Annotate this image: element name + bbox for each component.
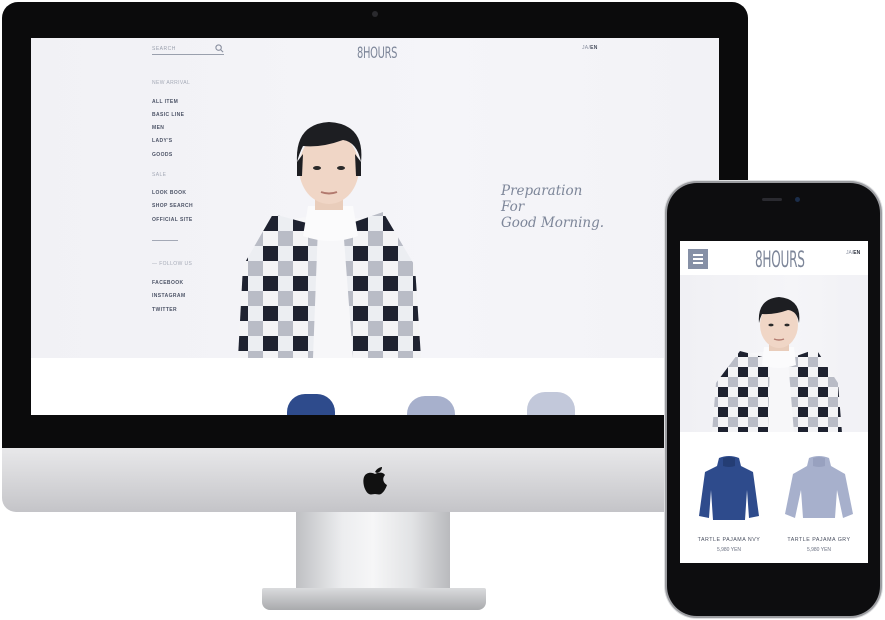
tagline-line-1: Preparation bbox=[501, 183, 583, 199]
apple-logo-icon bbox=[363, 467, 387, 495]
product-name[interactable]: TARTLE PAJAMA GRY bbox=[779, 537, 859, 543]
lang-en[interactable]: EN bbox=[590, 45, 598, 51]
tagline-line-2: For bbox=[501, 199, 525, 215]
product-price: 5,980 YEN bbox=[716, 547, 742, 553]
nav-goods[interactable]: GOODS bbox=[152, 152, 173, 158]
product-thumb-light[interactable] bbox=[527, 392, 575, 415]
menu-bar bbox=[693, 262, 703, 264]
mobile-hero bbox=[680, 275, 868, 432]
imac-camera bbox=[372, 11, 378, 17]
iphone-mockup: 8HOURS JA/EN TARTLE PAJAMA NVY 5,980 YEN… bbox=[667, 183, 880, 616]
product-thumb-gray[interactable] bbox=[407, 396, 455, 415]
mobile-hero-model-image bbox=[712, 297, 842, 432]
mobile-language-switch[interactable]: JA/EN bbox=[846, 250, 860, 256]
imac-stand-neck bbox=[296, 512, 450, 592]
hamburger-menu-icon[interactable] bbox=[688, 249, 708, 269]
product-name[interactable]: TARTLE PAJAMA NVY bbox=[689, 537, 769, 543]
imac-stand-foot bbox=[262, 588, 486, 610]
search-input[interactable] bbox=[152, 44, 212, 53]
nav-sale[interactable]: SALE bbox=[152, 172, 166, 178]
desktop-hero: 8HOURS JA/EN NEW ARRIVAL ALL ITEM BASIC … bbox=[31, 38, 719, 358]
product-price: 5,980 YEN bbox=[806, 547, 832, 553]
mobile-lang-en[interactable]: EN bbox=[853, 250, 860, 256]
product-image-navy-sweater[interactable] bbox=[697, 454, 761, 524]
language-switch[interactable]: JA/EN bbox=[582, 45, 598, 51]
mobile-brand-logo[interactable]: 8HOURS bbox=[755, 248, 805, 273]
nav-look-book[interactable]: LOOK BOOK bbox=[152, 190, 186, 196]
tagline-line-3: Good Morning. bbox=[501, 215, 605, 231]
phone-camera bbox=[795, 197, 800, 202]
nav-official-site[interactable]: OFFICIAL SITE bbox=[152, 217, 193, 223]
nav-instagram[interactable]: INSTAGRAM bbox=[152, 293, 186, 299]
mobile-screen: 8HOURS JA/EN TARTLE PAJAMA NVY 5,980 YEN… bbox=[680, 241, 868, 563]
phone-speaker bbox=[762, 198, 782, 201]
menu-bar bbox=[693, 258, 703, 260]
hero-tagline: Preparation For Good Morning. bbox=[501, 183, 604, 231]
nav-ladys[interactable]: LADY'S bbox=[152, 138, 173, 144]
desktop-screen: 8HOURS JA/EN NEW ARRIVAL ALL ITEM BASIC … bbox=[31, 38, 719, 415]
nav-men[interactable]: MEN bbox=[152, 125, 164, 131]
search-bar[interactable] bbox=[152, 44, 224, 55]
nav-shop-search[interactable]: SHOP SEARCH bbox=[152, 203, 193, 209]
nav-follow-us: — FOLLOW US bbox=[152, 261, 193, 267]
nav-basic-line[interactable]: BASIC LINE bbox=[152, 112, 184, 118]
brand-logo[interactable]: 8HOURS bbox=[357, 43, 397, 62]
search-icon[interactable] bbox=[215, 44, 224, 53]
nav-twitter[interactable]: TWITTER bbox=[152, 307, 177, 313]
desktop-products-strip bbox=[31, 358, 719, 415]
nav-all-item[interactable]: ALL ITEM bbox=[152, 99, 178, 105]
product-image-gray-sweater[interactable] bbox=[783, 454, 855, 526]
nav-facebook[interactable]: FACEBOOK bbox=[152, 280, 184, 286]
imac-mockup: 8HOURS JA/EN NEW ARRIVAL ALL ITEM BASIC … bbox=[0, 0, 748, 620]
hero-model-image bbox=[238, 122, 421, 358]
menu-bar bbox=[693, 254, 703, 256]
nav-heading-new-arrival[interactable]: NEW ARRIVAL bbox=[152, 80, 190, 86]
product-thumb-navy[interactable] bbox=[287, 394, 335, 415]
nav-divider bbox=[152, 240, 178, 241]
